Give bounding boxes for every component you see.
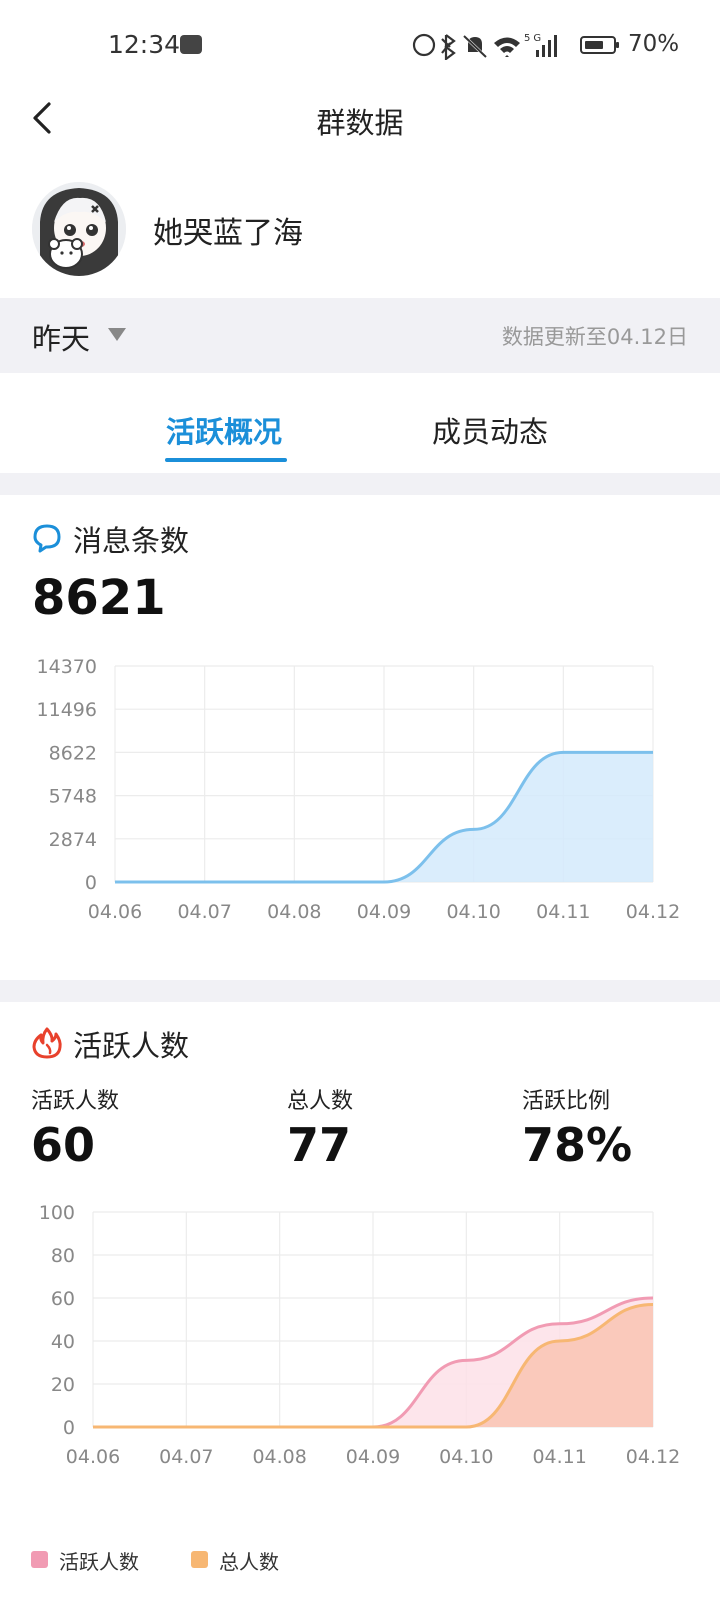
network-label: 5G <box>524 33 544 44</box>
flame-icon <box>32 1027 62 1059</box>
total-members-value: 77 <box>287 1118 352 1172</box>
y-tick-label: 100 <box>39 1202 75 1224</box>
x-tick-label: 04.12 <box>626 901 680 923</box>
battery-percent: 70% <box>628 31 680 57</box>
app-notification-icon <box>180 35 202 54</box>
messages-count: 8621 <box>32 570 166 626</box>
hd-icon <box>412 33 436 57</box>
x-tick-label: 04.09 <box>346 1446 400 1468</box>
y-tick-label: 40 <box>51 1331 75 1353</box>
active-ratio-value: 78% <box>522 1118 633 1172</box>
y-tick-label: 2874 <box>49 829 97 851</box>
x-tick-label: 04.06 <box>88 901 142 923</box>
x-tick-label: 04.10 <box>439 1446 493 1468</box>
legend-label-active: 活跃人数 <box>59 1550 139 1574</box>
period-selector[interactable]: 昨天 <box>32 316 90 358</box>
section-divider <box>0 980 720 1002</box>
y-tick-label: 8622 <box>49 742 97 764</box>
tab-bar: 活跃概况 成员动态 <box>0 373 720 473</box>
x-tick-label: 04.08 <box>252 1446 306 1468</box>
x-tick-label: 04.11 <box>532 1446 586 1468</box>
page-title: 群数据 <box>316 106 404 140</box>
date-filter-bar: 昨天 数据更新至04.12日 <box>0 298 720 373</box>
status-time: 12:34 <box>108 30 181 59</box>
y-tick-label: 0 <box>85 872 97 894</box>
x-tick-label: 04.06 <box>66 1446 120 1468</box>
y-tick-label: 60 <box>51 1288 75 1310</box>
status-icons: 5G <box>412 33 557 60</box>
chat-bubble-icon <box>33 524 61 553</box>
active-members-title: 活跃人数 <box>73 1029 190 1063</box>
status-bar: 12:34 5G 70% <box>0 0 720 90</box>
x-tick-label: 04.12 <box>626 1446 680 1468</box>
messages-chart: 14370 11496 8622 5748 2874 0 04.06 04.07 04.08 04… <box>37 656 681 923</box>
signal-icon <box>536 50 539 57</box>
navigation-bar: 群数据 <box>0 90 720 150</box>
x-tick-label: 04.07 <box>177 901 231 923</box>
group-header: 她哭蓝了海 <box>0 170 720 288</box>
chevron-down-icon[interactable] <box>108 328 126 341</box>
section-divider <box>0 473 720 495</box>
battery-icon <box>580 36 619 54</box>
wifi-icon <box>494 37 520 57</box>
bluetooth-icon <box>441 34 456 60</box>
x-tick-label: 04.09 <box>357 901 411 923</box>
update-date-label: 数据更新至04.12日 <box>501 325 688 349</box>
x-tick-label: 04.11 <box>536 901 590 923</box>
y-tick-label: 0 <box>63 1417 75 1439</box>
active-tab-indicator <box>165 458 287 462</box>
x-tick-label: 04.10 <box>446 901 500 923</box>
total-members-label: 总人数 <box>287 1089 354 1114</box>
y-tick-label: 20 <box>51 1374 75 1396</box>
tab-activity-overview[interactable]: 活跃概况 <box>166 409 282 451</box>
messages-title: 消息条数 <box>73 524 190 558</box>
chart-legend: 活跃人数 总人数 <box>0 1546 720 1576</box>
y-tick-label: 11496 <box>37 699 97 721</box>
battery-level <box>585 41 603 49</box>
avatar-image <box>32 182 126 276</box>
legend-swatch-total <box>191 1551 208 1568</box>
tab-member-dynamics[interactable]: 成员动态 <box>432 409 548 451</box>
avatar[interactable] <box>32 182 126 276</box>
active-members-chart: 100 80 60 40 20 0 04.06 04.07 04.08 04.09 04.10 04.… <box>39 1202 680 1468</box>
active-count-value: 60 <box>31 1118 96 1172</box>
active-ratio-label: 活跃比例 <box>522 1089 611 1114</box>
legend-swatch-active <box>31 1551 48 1568</box>
y-tick-label: 5748 <box>49 786 97 808</box>
x-tick-label: 04.07 <box>159 1446 213 1468</box>
group-name: 她哭蓝了海 <box>153 216 303 251</box>
legend-label-total: 总人数 <box>219 1550 279 1574</box>
x-tick-label: 04.08 <box>267 901 321 923</box>
y-tick-label: 80 <box>51 1245 75 1267</box>
y-tick-label: 14370 <box>37 656 97 678</box>
active-count-label: 活跃人数 <box>31 1089 120 1114</box>
